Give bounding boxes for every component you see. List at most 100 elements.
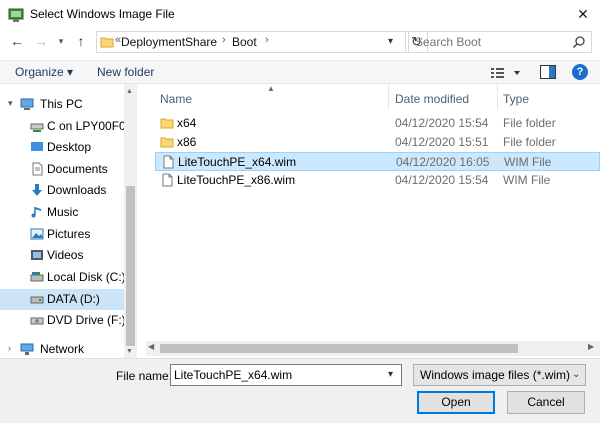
open-button[interactable]: Open <box>417 391 495 414</box>
help-icon[interactable]: ? <box>572 64 588 80</box>
nav-item-label: Pictures <box>47 227 91 241</box>
file-name-input[interactable] <box>174 368 374 382</box>
file-date: 04/12/2020 15:51 <box>395 135 489 149</box>
nav-scrollbar-thumb[interactable] <box>126 186 135 346</box>
window-title: Select Windows Image File <box>30 7 175 21</box>
pictures-icon <box>30 228 44 240</box>
chevron-right-icon[interactable]: › <box>8 343 11 353</box>
column-header-name[interactable]: Name <box>160 92 192 106</box>
documents-icon <box>32 162 43 176</box>
folder-icon <box>100 37 114 48</box>
nav-item-label: Videos <box>47 248 84 262</box>
network-icon <box>20 343 34 355</box>
chevron-down-icon[interactable]: ▾ <box>388 36 393 47</box>
nav-item-label: DATA (D:) <box>47 292 100 306</box>
file-type: File folder <box>503 116 556 130</box>
file-name-label: File name: <box>116 369 173 383</box>
file-type: WIM File <box>504 155 552 169</box>
chevron-down-icon: ⌄ <box>572 369 581 380</box>
nav-item-label: This PC <box>40 97 83 111</box>
file-name: LiteTouchPE_x86.wim <box>177 173 296 187</box>
forward-arrow-icon[interactable]: → <box>32 32 50 50</box>
column-divider[interactable] <box>497 84 498 110</box>
sort-ascending-icon: ▲ <box>267 84 275 93</box>
nav-item-c-on-lpy00f0243[interactable]: C on LPY00F0243 <box>0 116 125 137</box>
file-row-x64[interactable]: x64 04/12/2020 15:54 File folder <box>155 114 600 133</box>
scroll-left-icon[interactable]: ◀ <box>148 342 154 351</box>
breadcrumb-boot[interactable]: Boot <box>232 35 257 49</box>
search-icon <box>572 36 585 49</box>
nav-item-pictures[interactable]: Pictures <box>0 224 124 245</box>
search-input[interactable] <box>415 35 565 49</box>
file-row-litetouchpe-x86-wim[interactable]: LiteTouchPE_x86.wim 04/12/2020 15:54 WIM… <box>155 171 600 190</box>
chevron-down-icon[interactable]: ▾ <box>8 98 13 109</box>
nav-item-videos[interactable]: Videos <box>0 245 124 266</box>
organize-button[interactable]: Organize ▾ <box>15 65 73 79</box>
file-name: x86 <box>177 135 197 149</box>
file-type-filter-value: Windows image files (*.wim) <box>420 368 571 382</box>
nav-item-label: Network <box>40 342 85 356</box>
drive-icon <box>30 296 44 304</box>
nav-item-label: Desktop <box>47 140 92 154</box>
horizontal-scrollbar-thumb[interactable] <box>160 344 518 353</box>
folder-icon <box>160 137 174 148</box>
file-icon <box>163 155 174 169</box>
up-arrow-icon[interactable]: ↑ <box>72 32 90 50</box>
search-box[interactable] <box>408 31 592 53</box>
music-icon <box>31 207 41 218</box>
nav-item-network[interactable]: › Network <box>0 339 124 360</box>
file-date: 04/12/2020 15:54 <box>395 173 489 187</box>
file-date: 04/12/2020 16:05 <box>396 155 490 169</box>
file-name: LiteTouchPE_x64.wim <box>178 155 297 169</box>
breadcrumb-separator-icon[interactable]: › <box>222 34 226 46</box>
file-type: WIM File <box>503 173 551 187</box>
column-header-type[interactable]: Type <box>503 92 529 106</box>
command-bar: Organize ▾ New folder ? <box>0 60 600 84</box>
app-icon <box>8 8 24 22</box>
folder-icon <box>160 118 174 129</box>
file-date: 04/12/2020 15:54 <box>395 116 489 130</box>
nav-item-label: C on LPY00F0243 <box>47 119 125 133</box>
downloads-icon <box>32 184 42 196</box>
column-divider[interactable] <box>388 84 389 110</box>
file-name-combobox[interactable] <box>170 364 402 386</box>
file-name: x64 <box>177 116 197 130</box>
scroll-right-icon[interactable]: ▶ <box>588 342 594 351</box>
scroll-up-icon[interactable]: ▲ <box>126 88 133 95</box>
close-button[interactable]: ✕ <box>566 0 600 28</box>
nav-item-documents[interactable]: Documents <box>0 159 124 180</box>
new-folder-button[interactable]: New folder <box>97 65 154 79</box>
breadcrumb-deploymentshare[interactable]: DeploymentShare <box>121 35 217 49</box>
nav-item-label: Local Disk (C:) <box>47 270 126 284</box>
videos-icon <box>31 250 43 260</box>
computer-icon <box>20 98 34 110</box>
change-view-icon[interactable] <box>490 65 522 81</box>
local-disk-icon <box>30 272 44 282</box>
recent-locations-icon[interactable]: ▾ <box>52 32 70 50</box>
file-row-litetouchpe-x64-wim[interactable]: LiteTouchPE_x64.wim 04/12/2020 16:05 WIM… <box>155 152 600 171</box>
nav-item-label: Documents <box>47 162 108 176</box>
nav-item-label: Music <box>47 205 79 219</box>
preview-pane-icon[interactable] <box>540 65 556 79</box>
network-drive-icon <box>30 123 44 132</box>
column-header-date-modified[interactable]: Date modified <box>395 92 469 106</box>
file-type-filter-select[interactable]: Windows image files (*.wim) ⌄ <box>413 364 586 386</box>
nav-item-downloads[interactable]: Downloads <box>0 180 124 201</box>
chevron-down-icon[interactable]: ▾ <box>388 369 393 380</box>
address-bar[interactable]: « DeploymentShare › Boot › <box>96 31 406 53</box>
nav-item-local-disk-c[interactable]: Local Disk (C:) <box>0 267 126 288</box>
nav-item-label: DVD Drive (F:) CD <box>47 313 125 327</box>
cancel-button[interactable]: Cancel <box>507 391 585 414</box>
breadcrumb-separator-icon[interactable]: › <box>265 34 269 46</box>
file-icon <box>162 173 173 187</box>
nav-item-desktop[interactable]: Desktop <box>0 137 124 158</box>
scroll-down-icon[interactable]: ▼ <box>126 348 133 355</box>
nav-item-data-d[interactable]: DATA (D:) <box>0 289 124 310</box>
back-arrow-icon[interactable]: ← <box>8 32 26 50</box>
file-row-x86[interactable]: x86 04/12/2020 15:51 File folder <box>155 133 600 152</box>
nav-item-label: Downloads <box>47 183 107 197</box>
nav-item-music[interactable]: Music <box>0 202 124 223</box>
nav-item-dvd-drive-f[interactable]: DVD Drive (F:) CD <box>0 310 125 331</box>
file-type: File folder <box>503 135 556 149</box>
nav-item-this-pc[interactable]: ▾ This PC <box>0 94 124 115</box>
